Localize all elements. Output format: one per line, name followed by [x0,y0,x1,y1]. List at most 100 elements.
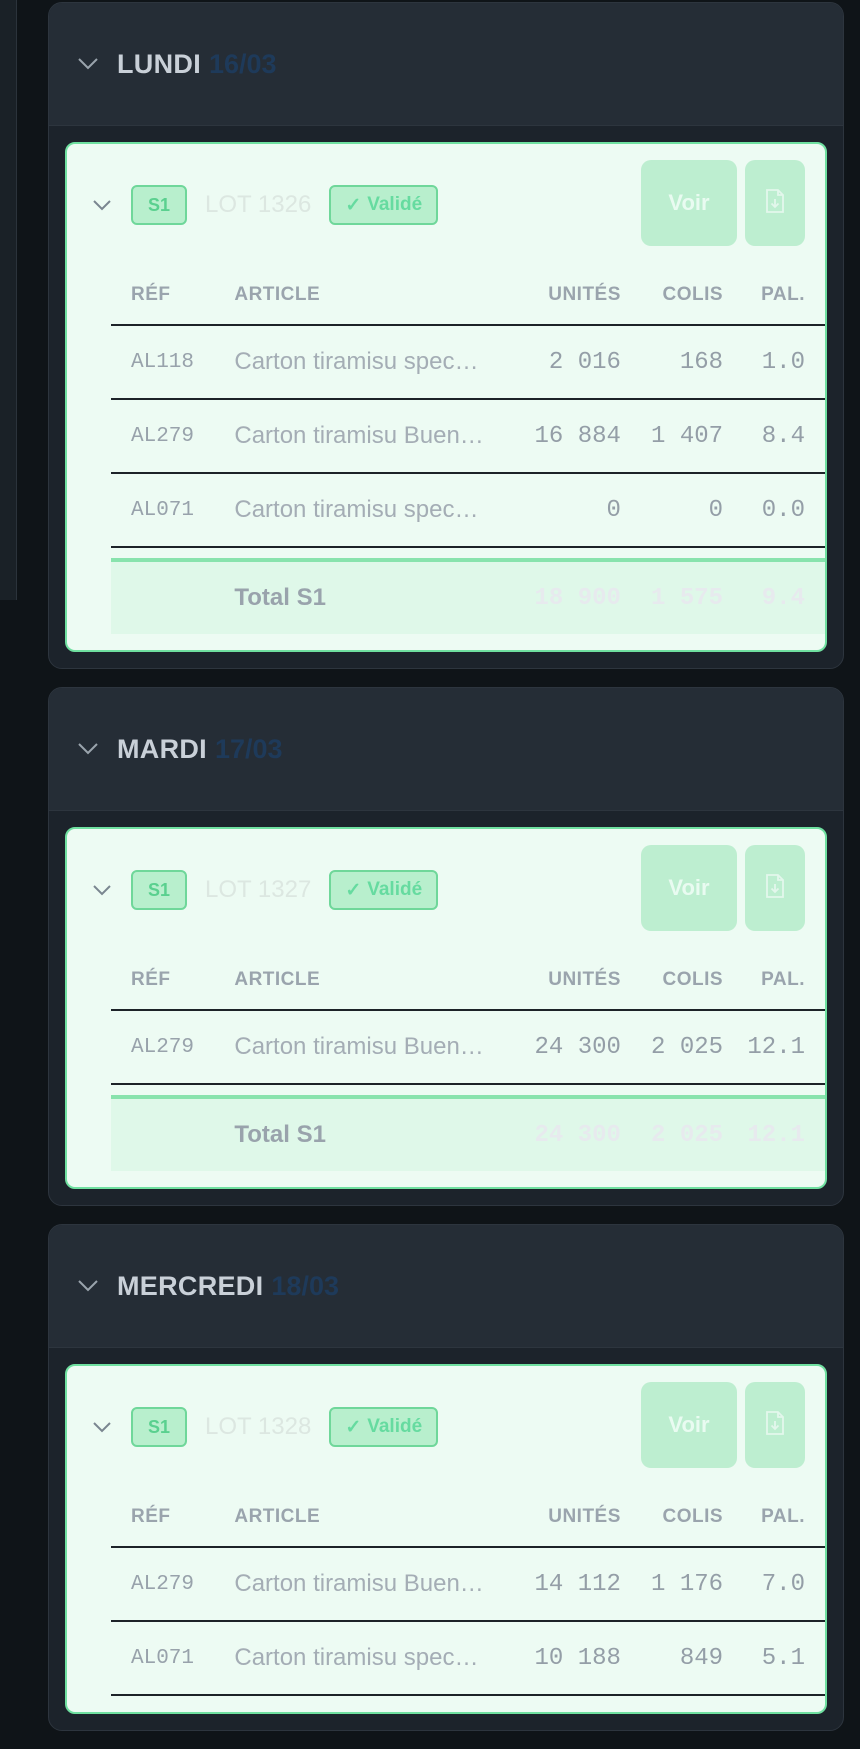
chevron-down-icon[interactable] [91,194,113,216]
pal-cell: 7.0 [743,1547,825,1622]
colis-cell: 2 025 [640,1010,744,1085]
day-date: 16/03 [209,48,277,79]
table-row[interactable]: AL071 Carton tiramisu spec… 10 188 849 5.1 [111,1621,825,1696]
table-row[interactable]: AL279 Carton tiramisu Buen… 16 884 1 407 8.4 [111,399,825,474]
total-row: Total S1 18 900 1 575 9.4 [111,558,825,634]
units-cell: 10 188 [518,1621,641,1696]
download-button[interactable] [745,845,805,931]
spacer-cell [111,1084,825,1097]
col-units: UNITÉS [518,1488,641,1548]
lot-header: S1 LOT 1326 ✓ Validé Voir [67,144,825,266]
lot-card: S1 LOT 1326 ✓ Validé Voir RÉF ARTICLE UN… [65,142,827,652]
col-article: ARTICLE [233,266,519,326]
pal-cell: 0.0 [743,473,825,548]
pal-cell: 12.1 [743,1010,825,1085]
file-download-icon [765,873,785,904]
table-row[interactable]: AL118 Carton tiramisu spec… 2 016 168 1.0 [111,325,825,400]
lot-table: RÉF ARTICLE UNITÉS COLIS PAL. AL279 Carto… [111,1488,825,1696]
day-header[interactable]: MERCREDI 18/03 [49,1225,843,1348]
status-badge: ✓ Validé [329,1407,439,1447]
chevron-down-icon[interactable] [91,879,113,901]
sidebar-edge [0,0,17,600]
day-date: 18/03 [271,1270,339,1301]
colis-cell: 168 [640,325,744,400]
check-icon: ✓ [345,1416,362,1438]
chevron-down-icon[interactable] [77,1275,99,1297]
lot-header: S1 LOT 1327 ✓ Validé Voir [67,829,825,951]
article-cell: Carton tiramisu spec… [233,325,519,400]
check-icon: ✓ [345,194,362,216]
lot-label: LOT 1326 [205,191,312,218]
col-ref: RÉF [111,266,234,326]
lot-label: LOT 1327 [205,876,312,903]
download-button[interactable] [745,1382,805,1468]
total-row: Total S1 24 300 2 025 12.1 [111,1095,825,1171]
col-colis: COLIS [640,951,744,1011]
voir-button[interactable]: Voir [641,1382,737,1468]
shift-badge: S1 [131,1407,187,1447]
voir-button[interactable]: Voir [641,160,737,246]
status-label: Validé [367,1416,423,1437]
table-row[interactable]: AL279 Carton tiramisu Buen… 14 112 1 176 7.0 [111,1547,825,1622]
lot-table: RÉF ARTICLE UNITÉS COLIS PAL. AL118 Carto… [111,266,825,634]
total-pal: 9.4 [743,558,825,634]
shift-badge: S1 [131,870,187,910]
total-empty-cell [111,1095,234,1171]
voir-button[interactable]: Voir [641,845,737,931]
status-label: Validé [367,879,423,900]
chevron-down-icon[interactable] [77,738,99,760]
day-header[interactable]: LUNDI 16/03 [49,3,843,126]
total-colis: 2 025 [640,1095,744,1171]
article-cell: Carton tiramisu Buen… [233,1010,519,1085]
day-name: LUNDI [117,48,201,79]
status-label: Validé [367,194,423,215]
total-colis: 1 575 [640,558,744,634]
spacer-cell [111,547,825,560]
article-cell: Carton tiramisu spec… [233,1621,519,1696]
download-button[interactable] [745,160,805,246]
table-row[interactable]: AL279 Carton tiramisu Buen… 24 300 2 025 12.… [111,1010,825,1085]
units-cell: 14 112 [518,1547,641,1622]
day-date: 17/03 [215,733,283,764]
day-name: MERCREDI [117,1270,264,1301]
ref-cell: AL118 [111,325,234,400]
units-cell: 16 884 [518,399,641,474]
file-download-icon [765,188,785,219]
ref-cell: AL279 [111,1010,234,1085]
table-header: RÉF ARTICLE UNITÉS COLIS PAL. [111,1488,825,1548]
lot-table: RÉF ARTICLE UNITÉS COLIS PAL. AL279 Carto… [111,951,825,1171]
colis-cell: 1 176 [640,1547,744,1622]
day-body: S1 LOT 1328 ✓ Validé Voir RÉF ARTICLE UN… [49,1348,843,1730]
col-ref: RÉF [111,1488,234,1548]
total-spacer [111,1084,825,1097]
total-spacer [111,547,825,560]
units-cell: 0 [518,473,641,548]
article-cell: Carton tiramisu Buen… [233,399,519,474]
lot-header: S1 LOT 1328 ✓ Validé Voir [67,1366,825,1488]
total-pal: 12.1 [743,1095,825,1171]
day-list: LUNDI 16/03 S1 LOT 1326 ✓ Validé Voir RÉ… [48,2,844,1749]
pal-cell: 8.4 [743,399,825,474]
day-header[interactable]: MARDI 17/03 [49,688,843,811]
table-header: RÉF ARTICLE UNITÉS COLIS PAL. [111,266,825,326]
col-article: ARTICLE [233,951,519,1011]
day-body: S1 LOT 1327 ✓ Validé Voir RÉF ARTICLE UN… [49,811,843,1205]
article-cell: Carton tiramisu Buen… [233,1547,519,1622]
day-body: S1 LOT 1326 ✓ Validé Voir RÉF ARTICLE UN… [49,126,843,668]
col-colis: COLIS [640,1488,744,1548]
status-badge: ✓ Validé [329,185,439,225]
total-label: Total S1 [233,558,519,634]
chevron-down-icon[interactable] [77,53,99,75]
lot-card: S1 LOT 1328 ✓ Validé Voir RÉF ARTICLE UN… [65,1364,827,1714]
ref-cell: AL279 [111,1547,234,1622]
file-download-icon [765,1410,785,1441]
day-card: LUNDI 16/03 S1 LOT 1326 ✓ Validé Voir RÉ… [48,2,844,669]
ref-cell: AL071 [111,1621,234,1696]
check-icon: ✓ [345,879,362,901]
total-empty-cell [111,558,234,634]
col-article: ARTICLE [233,1488,519,1548]
col-ref: RÉF [111,951,234,1011]
table-row[interactable]: AL071 Carton tiramisu spec… 0 0 0.0 [111,473,825,548]
chevron-down-icon[interactable] [91,1416,113,1438]
col-units: UNITÉS [518,951,641,1011]
